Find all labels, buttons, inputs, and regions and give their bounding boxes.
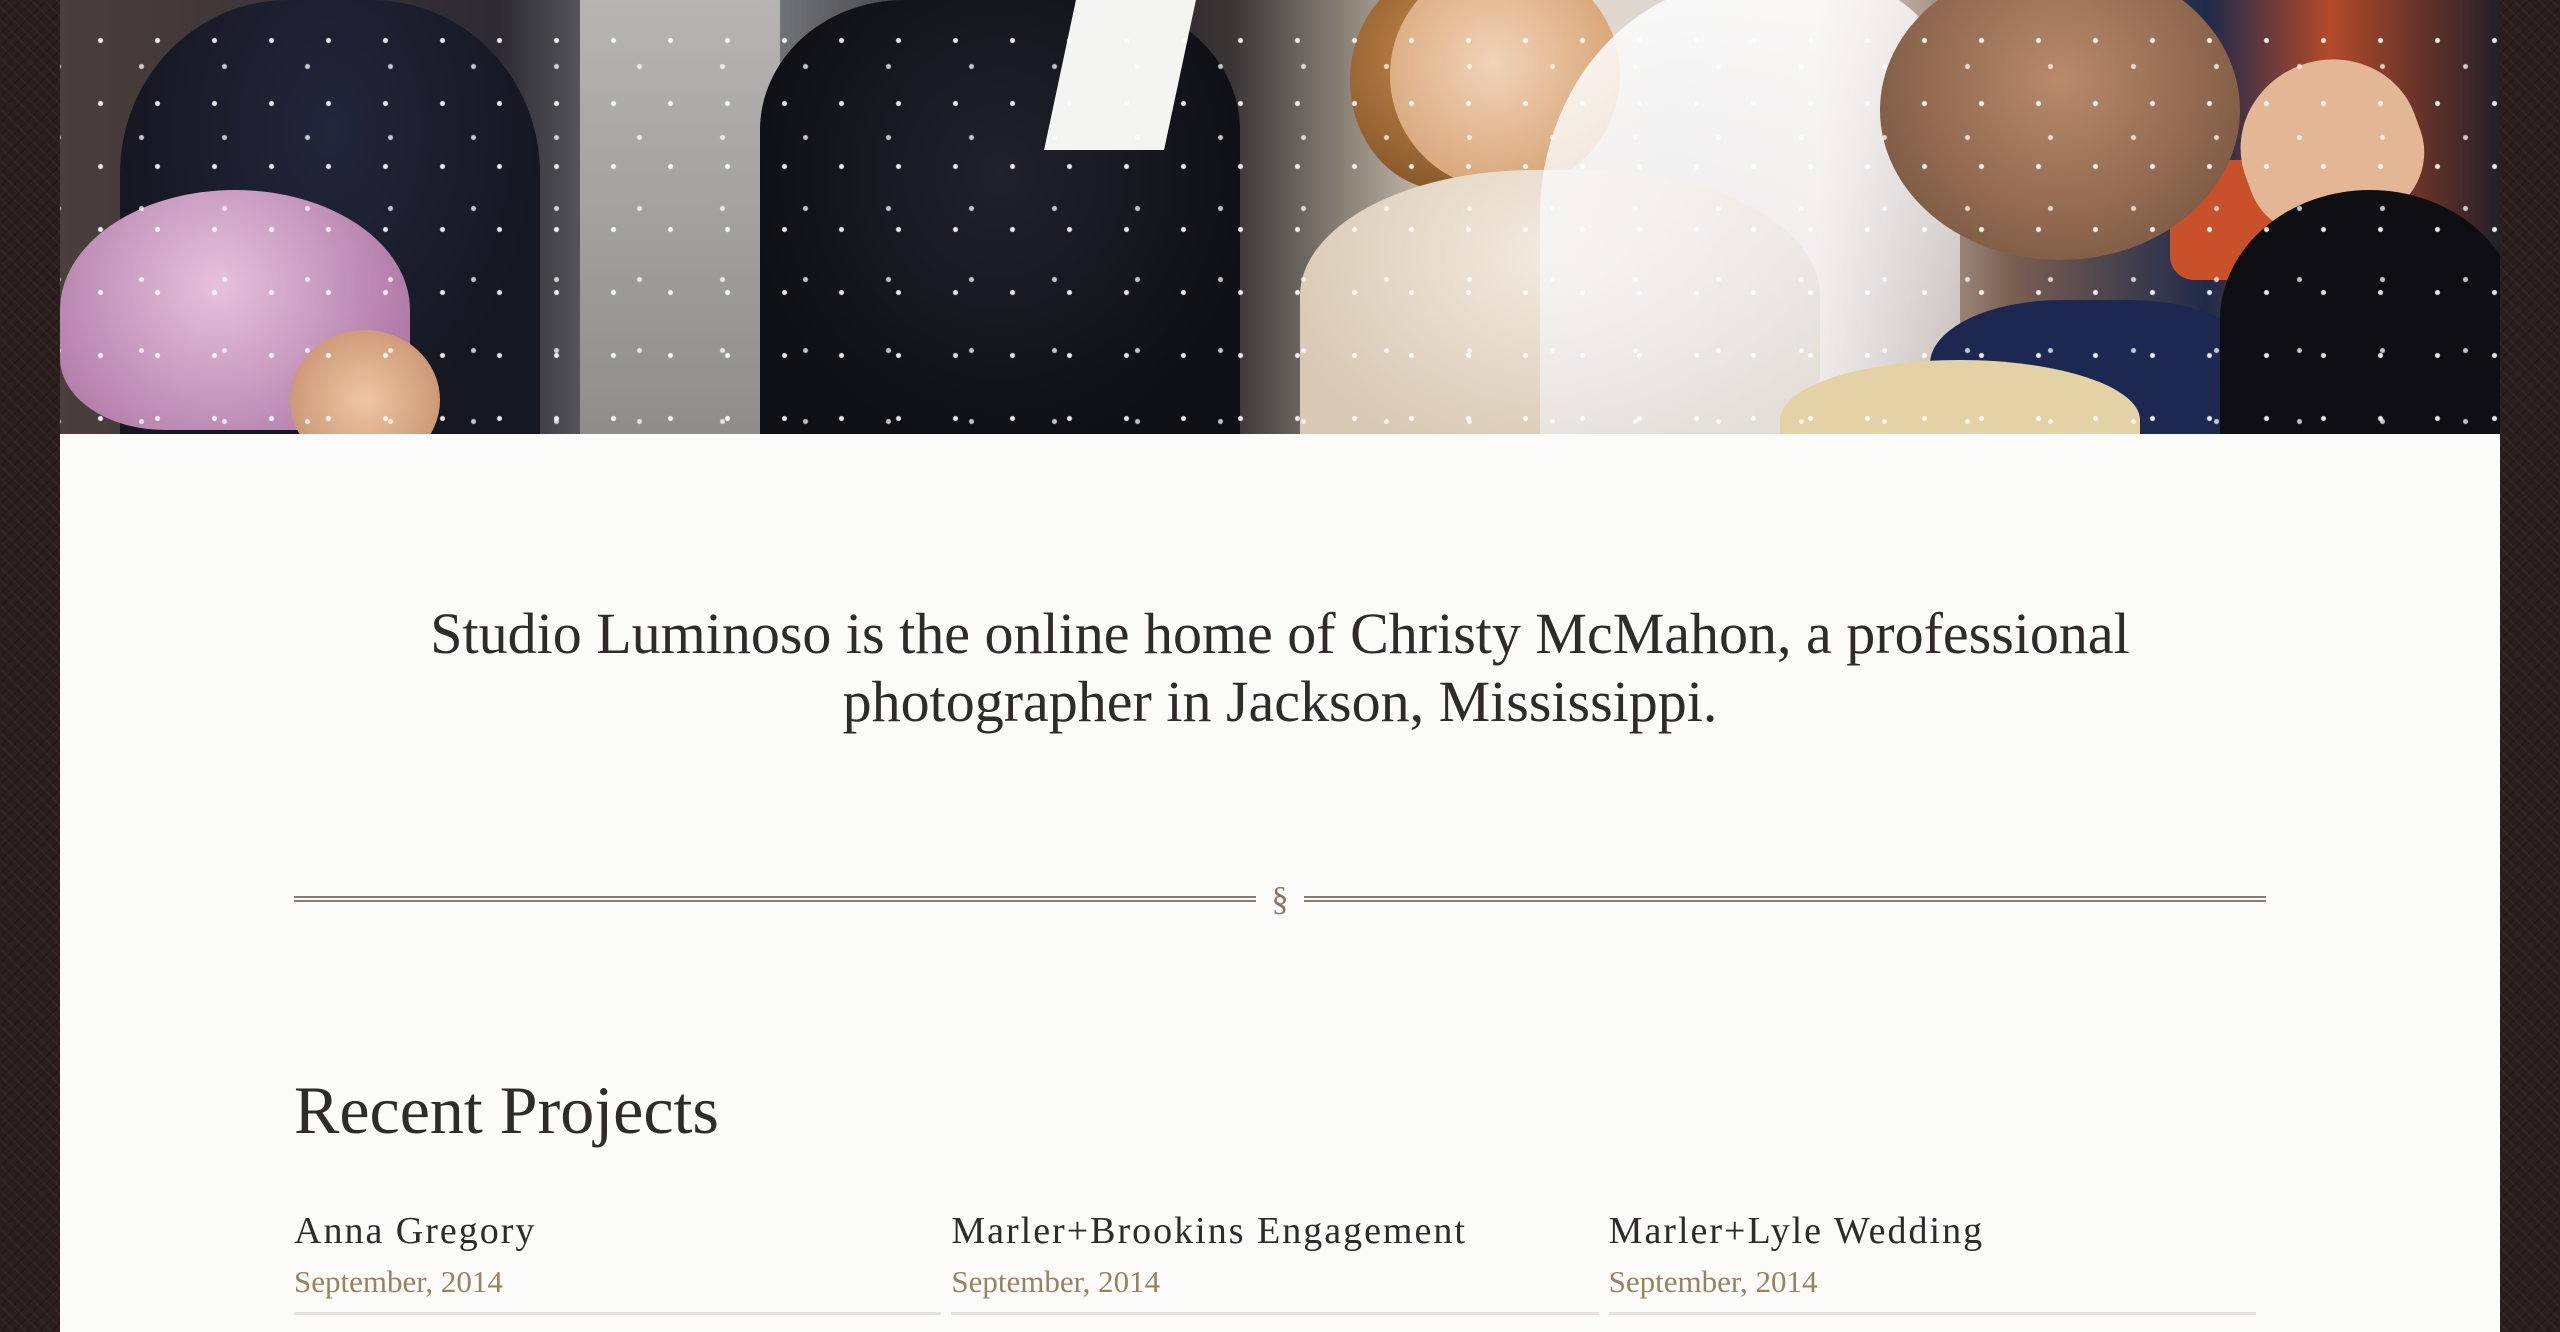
section-divider: § <box>294 880 2266 920</box>
project-name-link[interactable]: Marler+Brookins Engagement <box>951 1206 1598 1256</box>
project-name-link[interactable]: Marler+Lyle Wedding <box>1609 1206 2256 1256</box>
project-card[interactable]: Anna Gregory September, 2014 <box>294 1206 942 1315</box>
intro-tagline: Studio Luminoso is the online home of Ch… <box>60 600 2500 736</box>
project-date: September, 2014 <box>1608 1264 1818 1299</box>
recent-projects-title: Recent Projects <box>294 1072 719 1148</box>
project-card[interactable]: Marler+Brookins Engagement September, 20… <box>951 1206 1599 1315</box>
divider-line-left <box>294 896 1256 902</box>
hero-photo <box>60 0 2500 434</box>
intro-text: Studio Luminoso is the online home of Ch… <box>430 601 2130 734</box>
page-content: Studio Luminoso is the online home of Ch… <box>60 0 2500 1332</box>
project-card[interactable]: Marler+Lyle Wedding September, 2014 <box>1608 1206 2256 1315</box>
project-date: September, 2014 <box>294 1264 503 1299</box>
hero-confetti <box>60 0 2500 434</box>
recent-projects-list: Anna Gregory September, 2014 Marler+Broo… <box>294 1206 2266 1315</box>
project-name-link[interactable]: Anna Gregory <box>294 1206 941 1256</box>
section-mark-icon: § <box>1271 881 1289 918</box>
project-date: September, 2014 <box>951 1264 1161 1299</box>
divider-line-right <box>1304 896 2266 902</box>
